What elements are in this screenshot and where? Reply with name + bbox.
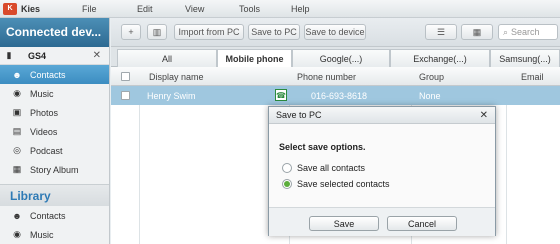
podcast-icon: ◎ — [13, 145, 21, 155]
sidebar-item-label: Photos — [30, 107, 59, 118]
phone-icon: ▮ — [6, 50, 12, 60]
sidebar-item-label: Story Album — [30, 164, 79, 175]
tab-mobile-phone[interactable]: Mobile phone — [217, 49, 292, 67]
import-from-pc-button[interactable]: Import from PC — [174, 24, 244, 40]
photo-icon: ▣ — [12, 107, 22, 117]
col-phone-number[interactable]: Phone number — [297, 72, 356, 82]
col-group[interactable]: Group — [419, 72, 444, 82]
dialog-footer: Save Cancel — [269, 207, 495, 236]
menu-bar: K Kies File Edit View Tools Help — [0, 0, 560, 18]
cancel-button[interactable]: Cancel — [387, 216, 457, 231]
col-email[interactable]: Email — [521, 72, 544, 82]
menu-edit[interactable]: Edit — [137, 4, 153, 14]
option-label: Save all contacts — [297, 163, 366, 173]
view-toggle-button[interactable]: ☰ — [425, 24, 457, 40]
grid-header: Display name Phone number Group Email — [111, 67, 560, 86]
device-name: GS4 — [28, 50, 47, 61]
library-header: Library — [0, 184, 109, 206]
search-icon: ⌕ — [503, 26, 509, 37]
dialog-titlebar: Save to PC ✕ — [269, 107, 495, 124]
kies-logo-icon: K — [3, 2, 17, 15]
trash-icon: ▥ — [152, 26, 162, 37]
sidebar-item-label: Music — [30, 229, 54, 240]
menu-view[interactable]: View — [185, 4, 204, 14]
connected-devices-header: Connected dev... — [0, 18, 109, 47]
tab-samsung[interactable]: Samsung(...) — [490, 49, 560, 67]
sidebar-item-photos[interactable]: ▣ Photos — [0, 103, 109, 122]
tab-all[interactable]: All — [117, 49, 217, 67]
sidebar-item-label: Videos — [30, 126, 58, 137]
delete-button[interactable]: ▥ — [147, 24, 167, 40]
music-icon: ◉ — [13, 88, 21, 98]
dialog-heading: Select save options. — [279, 142, 366, 152]
library-item-contacts[interactable]: ☻ Contacts — [0, 206, 109, 225]
app-title: Kies — [21, 3, 41, 14]
sidebar-item-label: Contacts — [30, 69, 66, 80]
contact-phone-number: 016-693-8618 — [311, 91, 368, 101]
library-item-music[interactable]: ◉ Music — [0, 225, 109, 244]
grid-view-icon: ▦ — [472, 26, 482, 37]
device-row[interactable]: ▮ GS4 ✕ — [0, 47, 109, 65]
contact-display-name: Henry Swim — [147, 91, 196, 101]
plus-icon: + — [128, 27, 134, 37]
col-display-name[interactable]: Display name — [149, 72, 204, 82]
option-save-all[interactable]: Save all contacts — [282, 163, 365, 173]
tab-exchange[interactable]: Exchange(...) — [390, 49, 490, 67]
contact-source-tabs: All Mobile phone Google(...) Exchange(..… — [111, 47, 560, 67]
sidebar-item-label: Contacts — [30, 210, 66, 221]
person-icon: ☻ — [12, 69, 22, 80]
save-to-pc-button[interactable]: Save to PC — [248, 24, 300, 40]
save-button[interactable]: Save — [309, 216, 379, 231]
toolbar: + ▥ Import from PC Save to PC Save to de… — [111, 18, 560, 47]
option-label: Save selected contacts — [297, 179, 390, 189]
phone-number-type-icon: ☎ — [275, 89, 287, 101]
search-input[interactable]: ⌕ Search — [498, 24, 558, 40]
menu-file[interactable]: File — [82, 4, 97, 14]
sidebar-item-music[interactable]: ◉ Music — [0, 84, 109, 103]
list-view-icon: ☰ — [436, 26, 446, 37]
search-placeholder: Search — [511, 27, 540, 37]
menu-help[interactable]: Help — [291, 4, 310, 14]
close-icon[interactable]: ✕ — [480, 110, 488, 121]
film-icon: ▤ — [12, 126, 22, 136]
sidebar-item-label: Music — [30, 88, 54, 99]
row-checkbox[interactable] — [121, 91, 130, 100]
select-all-checkbox[interactable] — [121, 72, 130, 81]
menu-tools[interactable]: Tools — [239, 4, 260, 14]
option-save-selected[interactable]: Save selected contacts — [282, 179, 390, 189]
dialog-title: Save to PC — [276, 110, 322, 120]
radio-dot — [284, 181, 290, 187]
sidebar-item-contacts[interactable]: ☻ Contacts — [0, 65, 109, 84]
column-divider — [506, 86, 507, 244]
music-icon: ◉ — [13, 229, 21, 239]
grid-view-button[interactable]: ▦ — [461, 24, 493, 40]
album-icon: ▦ — [12, 164, 22, 174]
save-to-pc-dialog: Save to PC ✕ Select save options. Save a… — [268, 106, 496, 236]
radio-button-selected[interactable] — [282, 179, 292, 189]
save-to-device-button[interactable]: Save to device — [304, 24, 366, 40]
person-icon: ☻ — [12, 210, 22, 221]
sidebar-item-videos[interactable]: ▤ Videos — [0, 122, 109, 141]
sidebar-item-story-album[interactable]: ▦ Story Album — [0, 160, 109, 179]
tab-google[interactable]: Google(...) — [292, 49, 390, 67]
sidebar-item-podcast[interactable]: ◎ Podcast — [0, 141, 109, 160]
column-divider — [139, 86, 140, 244]
table-row[interactable]: Henry Swim ☎ 016-693-8618 None — [111, 86, 560, 105]
sidebar-item-label: Podcast — [30, 145, 63, 156]
add-contact-button[interactable]: + — [121, 24, 141, 40]
sidebar: Connected dev... ▮ GS4 ✕ ☻ Contacts ◉ Mu… — [0, 18, 110, 244]
disconnect-icon[interactable]: ✕ — [93, 50, 101, 61]
radio-button[interactable] — [282, 163, 292, 173]
contact-group: None — [419, 91, 441, 101]
